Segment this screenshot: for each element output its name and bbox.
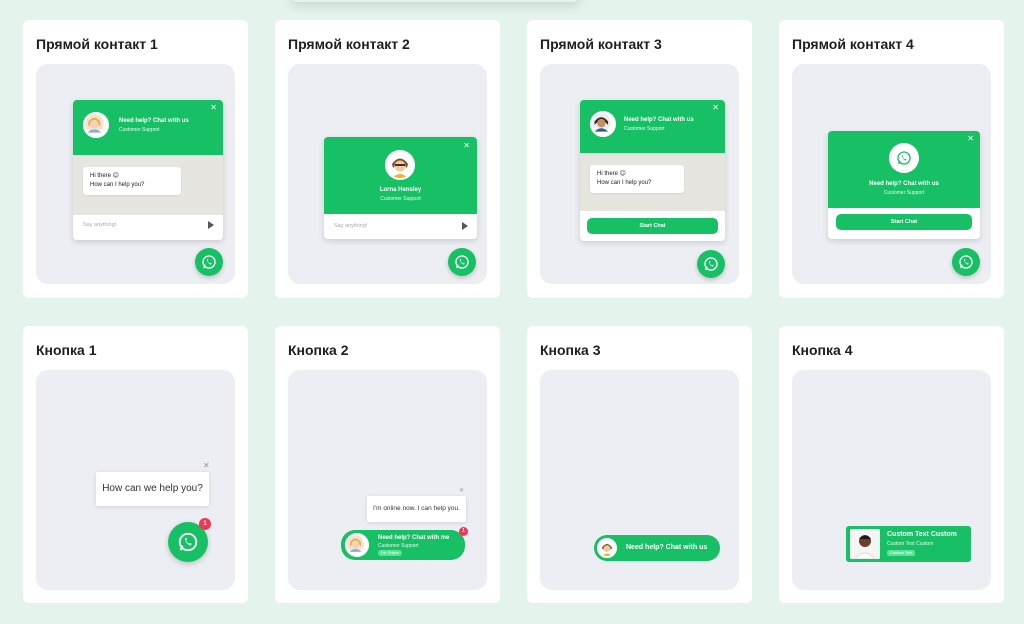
- chat-widget: Need help? Chat with us Customer Support…: [580, 100, 725, 241]
- widget-subtitle: Customer Support: [380, 196, 421, 202]
- widget-title: Need help? Chat with us: [869, 181, 939, 187]
- message-input[interactable]: Say anything!: [334, 223, 367, 229]
- greeting-bubble: How can we help you?: [96, 472, 209, 506]
- start-chat-button[interactable]: Start Chat: [587, 218, 718, 234]
- preview-area: Need help? Chat with us Customer Support…: [540, 64, 739, 284]
- start-chat-button[interactable]: Start Chat: [836, 214, 972, 230]
- widget-header: Need help? Chat with us Customer Support…: [828, 131, 980, 208]
- chat-message: Hi there 😊 How can I help you?: [83, 167, 181, 195]
- whatsapp-icon: [897, 151, 911, 165]
- top-tab-shadow: [290, 0, 580, 2]
- online-status-tag: I'm Online: [378, 550, 402, 556]
- preview-area: Lorna Hensley Customer Support ✕ Say any…: [288, 64, 487, 284]
- chat-widget: Need help? Chat with us Customer Support…: [828, 131, 980, 239]
- card-direct-contact-4[interactable]: Прямой контакт 4 Need help? Chat with us…: [779, 20, 1004, 298]
- card-button-3[interactable]: Кнопка 3 Need help? Chat with us: [527, 326, 752, 603]
- card-button-4[interactable]: Кнопка 4 Custom Text Custom Custom Text …: [779, 326, 1004, 603]
- message-input[interactable]: Say anything!: [83, 222, 116, 228]
- message-line: Hi there 😊: [597, 171, 626, 177]
- preview-area: Need help? Chat with us Customer Support…: [792, 64, 991, 284]
- preview-area: Need help? Chat with us Customer Support…: [36, 64, 235, 284]
- agent-avatar: [597, 538, 617, 558]
- notification-badge: 1: [459, 527, 468, 536]
- close-icon[interactable]: ✕: [203, 461, 210, 470]
- message-line: How can I help you?: [90, 182, 145, 188]
- agent-avatar: [850, 529, 880, 559]
- close-icon[interactable]: ✕: [463, 142, 470, 150]
- card-title: Прямой контакт 3: [540, 36, 662, 52]
- agent-name: Lorna Hensley: [379, 187, 422, 193]
- card-direct-contact-3[interactable]: Прямой контакт 3 Need help? Chat with us…: [527, 20, 752, 298]
- agent-avatar: [345, 533, 369, 557]
- chat-body: Hi there 😊 How can I help you?: [73, 155, 223, 215]
- button-title: Custom Text Custom: [887, 531, 957, 538]
- close-icon[interactable]: ✕: [967, 135, 974, 143]
- close-icon[interactable]: ✕: [210, 104, 217, 112]
- whatsapp-icon: [959, 255, 973, 269]
- send-icon[interactable]: [462, 222, 468, 230]
- chat-pill-button[interactable]: Need help? Chat with us: [594, 535, 720, 561]
- preview-area: ✕ I'm online now. I can help you. Need h…: [288, 370, 487, 590]
- whatsapp-button[interactable]: [952, 248, 980, 276]
- chat-widget: Need help? Chat with us Customer Support…: [73, 100, 223, 240]
- whatsapp-button[interactable]: [195, 248, 223, 276]
- whatsapp-button[interactable]: [697, 250, 725, 278]
- widget-header: Need help? Chat with us Customer Support…: [73, 100, 223, 155]
- widget-subtitle: Customer Support: [883, 190, 925, 196]
- agent-avatar: [590, 111, 616, 137]
- card-direct-contact-1[interactable]: Прямой контакт 1 Need help? Chat with us…: [23, 20, 248, 298]
- card-title: Кнопка 1: [36, 342, 97, 358]
- whatsapp-icon: [455, 255, 469, 269]
- widget-subtitle: Customer Support: [119, 127, 160, 133]
- card-title: Прямой контакт 4: [792, 36, 914, 52]
- chat-pill-button[interactable]: Need help? Chat with me Customer Support…: [341, 530, 465, 560]
- agent-avatar: [385, 150, 415, 180]
- close-icon[interactable]: ✕: [459, 487, 464, 494]
- card-title: Кнопка 4: [792, 342, 853, 358]
- widget-title: Need help? Chat with us: [119, 118, 189, 124]
- pill-title: Need help? Chat with us: [626, 544, 708, 551]
- chat-widget: Lorna Hensley Customer Support ✕ Say any…: [324, 137, 477, 239]
- card-title: Прямой контакт 1: [36, 36, 158, 52]
- widget-header: Need help? Chat with us Customer Support…: [580, 100, 725, 153]
- notification-badge: 1: [199, 518, 211, 530]
- custom-chat-button[interactable]: Custom Text Custom Custom Text Custom Cu…: [846, 526, 971, 562]
- button-subtitle: Custom Text Custom: [887, 541, 934, 547]
- chat-body: Hi there 😊 How can I help you?: [580, 153, 725, 211]
- widget-header: Lorna Hensley Customer Support ✕: [324, 137, 477, 214]
- custom-tag: Custom Text: [887, 550, 916, 556]
- preview-area: ✕ How can we help you? 1: [36, 370, 235, 590]
- whatsapp-button[interactable]: [448, 248, 476, 276]
- widget-subtitle: Customer Support: [624, 126, 665, 132]
- card-button-1[interactable]: Кнопка 1 ✕ How can we help you? 1: [23, 326, 248, 603]
- widget-title: Need help? Chat with us: [624, 117, 694, 123]
- send-icon[interactable]: [208, 221, 214, 229]
- chat-message: Hi there 😊 How can I help you?: [590, 165, 684, 193]
- pill-subtitle: Customer Support: [378, 543, 419, 549]
- whatsapp-logo: [889, 143, 919, 173]
- message-line: Hi there 😊: [90, 173, 119, 179]
- whatsapp-icon: [202, 255, 216, 269]
- agent-avatar: [83, 112, 109, 138]
- card-title: Прямой контакт 2: [288, 36, 410, 52]
- close-icon[interactable]: ✕: [712, 104, 719, 112]
- whatsapp-icon: [704, 257, 718, 271]
- preview-area: Need help? Chat with us: [540, 370, 739, 590]
- pill-title: Need help? Chat with me: [378, 535, 450, 541]
- whatsapp-icon: [178, 532, 198, 552]
- card-title: Кнопка 3: [540, 342, 601, 358]
- card-button-2[interactable]: Кнопка 2 ✕ I'm online now. I can help yo…: [275, 326, 500, 603]
- card-direct-contact-2[interactable]: Прямой контакт 2 Lorna Hensley Customer …: [275, 20, 500, 298]
- card-title: Кнопка 2: [288, 342, 349, 358]
- preview-area: Custom Text Custom Custom Text Custom Cu…: [792, 370, 991, 590]
- message-line: How can I help you?: [597, 180, 652, 186]
- greeting-bubble: I'm online now. I can help you.: [367, 496, 466, 522]
